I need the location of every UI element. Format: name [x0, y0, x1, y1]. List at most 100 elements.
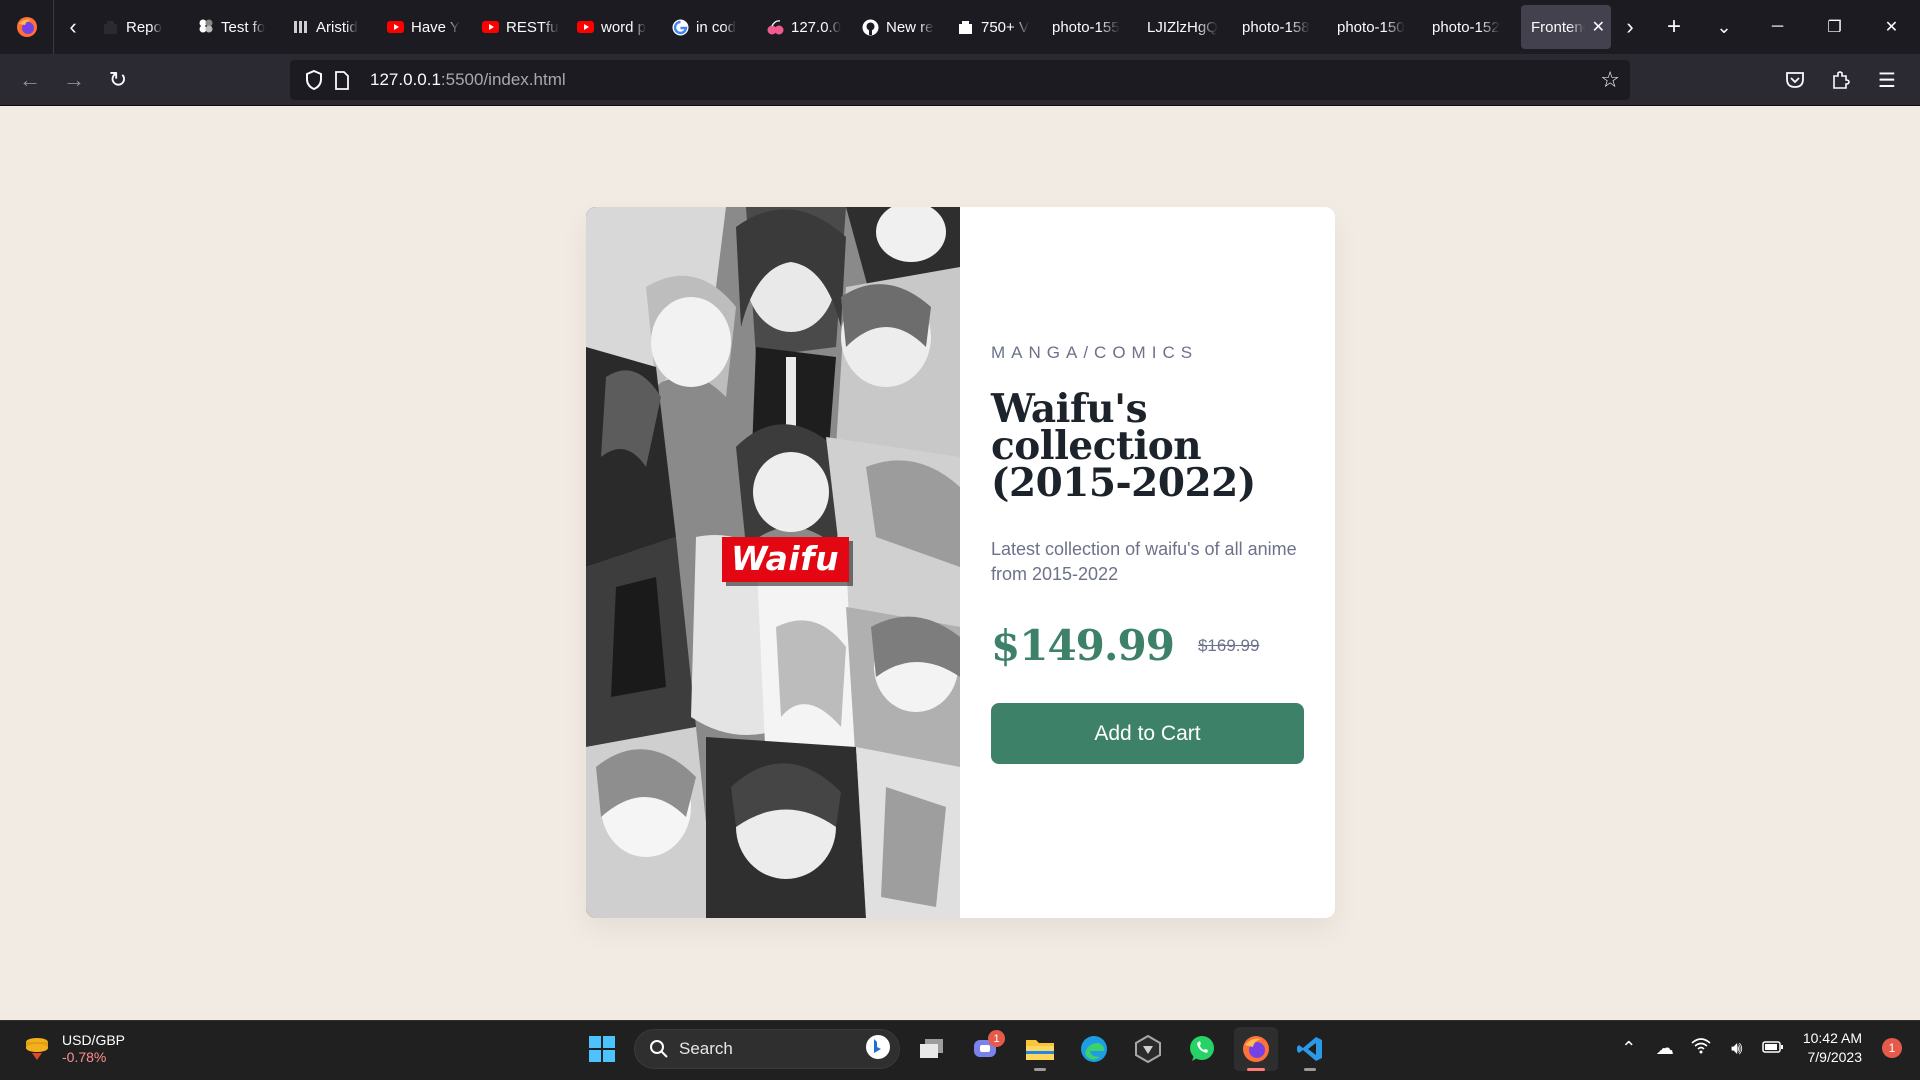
tab-label: RESTfu: [506, 18, 559, 36]
app-menu-icon[interactable]: ☰: [1864, 60, 1910, 100]
product-image: Waifu: [586, 207, 960, 918]
tab-label: in cod: [696, 18, 737, 36]
tab-label: Test fo: [221, 18, 266, 36]
browser-tab[interactable]: photo-152: [1422, 5, 1517, 49]
window-close-button[interactable]: ✕: [1863, 0, 1920, 54]
teams-badge: 1: [988, 1030, 1005, 1047]
widget-change: -0.78%: [62, 1049, 107, 1065]
browser-tab[interactable]: LJIZlzHgQ: [1137, 5, 1232, 49]
volume-icon[interactable]: 🔊︎: [1725, 1038, 1749, 1059]
url-path: :5500/index.html: [440, 70, 566, 89]
url-text[interactable]: 127.0.0.1:5500/index.html: [370, 70, 566, 90]
toolbar-right: ☰: [1772, 60, 1910, 100]
bookmark-star-icon[interactable]: ☆: [1600, 67, 1620, 93]
forward-button[interactable]: →: [52, 60, 96, 100]
dark-square-icon: [102, 19, 119, 36]
tab-label: photo-158: [1242, 18, 1310, 36]
browser-tab[interactable]: Have Y: [377, 5, 472, 49]
edge-icon[interactable]: [1072, 1027, 1116, 1071]
current-price: $149.99: [991, 621, 1175, 670]
reload-button[interactable]: ↻: [96, 60, 140, 100]
tab-label: New re: [886, 18, 934, 36]
search-label: Search: [679, 1039, 733, 1058]
browser-tab[interactable]: word p: [567, 5, 662, 49]
dev-tool-icon[interactable]: [1126, 1027, 1170, 1071]
task-view-icon[interactable]: [910, 1027, 954, 1071]
tab-label: photo-152: [1432, 18, 1500, 36]
tab-label: Have Y: [411, 18, 460, 36]
notification-badge[interactable]: 1: [1882, 1038, 1902, 1058]
browser-tab[interactable]: photo-155: [1042, 5, 1137, 49]
running-indicator: [1304, 1068, 1316, 1071]
browser-tab[interactable]: photo-150: [1327, 5, 1422, 49]
new-tab-button[interactable]: +: [1649, 0, 1699, 54]
google-icon: [672, 19, 689, 36]
tab-label: LJIZlzHgQ: [1147, 18, 1218, 36]
product-description: Latest collection of waifu's of all anim…: [991, 539, 1297, 584]
vscode-icon[interactable]: [1288, 1027, 1332, 1071]
shield-icon[interactable]: [300, 70, 328, 90]
browser-tab[interactable]: 127.0.0: [757, 5, 852, 49]
browser-tab[interactable]: New re: [852, 5, 947, 49]
page-icon[interactable]: [328, 70, 356, 90]
youtube-icon: [482, 19, 499, 36]
close-tab-icon[interactable]: ✕: [1592, 17, 1605, 37]
tab-label: word p: [601, 18, 647, 36]
price-row: $149.99 $169.99: [991, 621, 1304, 670]
firefox-menu-icon[interactable]: [0, 0, 54, 54]
clock[interactable]: 10:42 AM 7/9/2023: [1803, 1029, 1862, 1067]
teams-chat-icon[interactable]: 1: [964, 1027, 1008, 1071]
currency-widget[interactable]: USD/GBP -0.78%: [22, 1031, 125, 1065]
firefox-taskbar-icon[interactable]: [1234, 1027, 1278, 1071]
clock-date: 7/9/2023: [1807, 1049, 1863, 1065]
browser-tab[interactable]: Aristid: [282, 5, 377, 49]
browser-tab[interactable]: RESTfu: [472, 5, 567, 49]
browser-tab[interactable]: Test fo: [187, 5, 282, 49]
product-card: Waifu MANGA/COMICS Waifu's collection (2…: [586, 207, 1335, 918]
tab-label: Repo: [126, 18, 162, 36]
tabs-scroll-left-button[interactable]: ‹: [54, 0, 92, 54]
browser-tab[interactable]: Repo: [92, 5, 187, 49]
bing-icon: [865, 1034, 891, 1065]
wifi-icon[interactable]: [1689, 1037, 1713, 1059]
pocket-icon[interactable]: [1772, 60, 1818, 100]
youtube-icon: [577, 19, 594, 36]
tab-bar: ‹ Repo Test fo Aristid Have Y RESTfu word p in…: [0, 0, 1920, 54]
show-hidden-icons-chevron-up-icon[interactable]: ⌃: [1617, 1038, 1641, 1059]
extensions-icon[interactable]: [1818, 60, 1864, 100]
windows-logo-icon: [589, 1036, 615, 1062]
whatsapp-icon[interactable]: [1180, 1027, 1224, 1071]
url-host: 127.0.0.1: [370, 70, 441, 89]
battery-icon[interactable]: [1761, 1038, 1785, 1059]
github-icon: [862, 19, 879, 36]
add-to-cart-button[interactable]: Add to Cart: [991, 703, 1304, 764]
tab-label: photo-155: [1052, 18, 1120, 36]
back-button[interactable]: ←: [8, 60, 52, 100]
tab-label: Aristid: [316, 18, 358, 36]
product-title: Waifu's collection (2015-2022): [991, 386, 1256, 506]
bars-icon: [292, 19, 309, 36]
restore-button[interactable]: ❐: [1806, 0, 1863, 54]
navigation-toolbar: ← → ↻ 127.0.0.1:5500/index.html ☆ ☰: [0, 54, 1920, 106]
taskbar-search[interactable]: Search: [634, 1029, 900, 1069]
address-bar[interactable]: 127.0.0.1:5500/index.html ☆: [290, 60, 1630, 100]
youtube-icon: [387, 19, 404, 36]
browser-tab[interactable]: photo-158: [1232, 5, 1327, 49]
tabs-scroll-right-button[interactable]: ›: [1611, 0, 1649, 54]
coins-icon: [26, 1038, 48, 1060]
product-category: MANGA/COMICS: [991, 343, 1199, 362]
running-indicator: [1247, 1068, 1265, 1071]
waifu-label-badge: Waifu: [722, 537, 850, 582]
start-button[interactable]: [580, 1027, 624, 1071]
browser-tab[interactable]: in cod: [662, 5, 757, 49]
browser-tab[interactable]: 750+ V: [947, 5, 1042, 49]
product-details: MANGA/COMICS Waifu's collection (2015-20…: [960, 207, 1335, 918]
search-icon: [650, 1040, 668, 1058]
onedrive-cloud-icon[interactable]: ☁: [1653, 1038, 1677, 1059]
tab-frontend-active[interactable]: Frontend ✕: [1521, 5, 1611, 49]
tab-strip: Repo Test fo Aristid Have Y RESTfu word p in c…: [92, 0, 1517, 54]
list-all-tabs-button[interactable]: ⌄: [1699, 0, 1749, 54]
minimize-button[interactable]: ─: [1749, 0, 1806, 54]
clock-time: 10:42 AM: [1802, 1030, 1862, 1046]
file-explorer-icon[interactable]: [1018, 1027, 1062, 1071]
